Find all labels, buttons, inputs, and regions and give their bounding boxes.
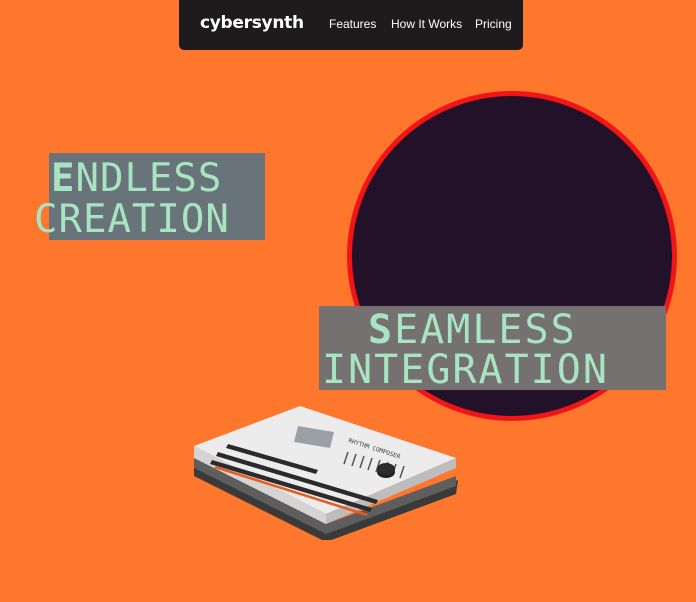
headline-line-1: SEAMLESS — [368, 310, 577, 350]
nav-link-how-it-works[interactable]: How It Works — [391, 17, 462, 31]
drum-machine-illustration: RHYTHM COMPOSER — [194, 406, 458, 540]
volume-knob-top — [377, 463, 395, 475]
headline-line-2: CREATION — [34, 197, 230, 242]
top-navigation: cybersynth Features How It Works Pricing — [179, 0, 523, 50]
headline-initial: E — [51, 156, 76, 201]
nav-link-pricing[interactable]: Pricing — [475, 17, 512, 31]
headline-line-2: INTEGRATION — [322, 347, 609, 393]
nav-link-features[interactable]: Features — [329, 17, 376, 31]
headline-line-1-rest: NDLESS — [75, 156, 223, 201]
brand-logo[interactable]: cybersynth — [200, 13, 304, 33]
headline-line-1: ENDLESS — [51, 159, 222, 198]
